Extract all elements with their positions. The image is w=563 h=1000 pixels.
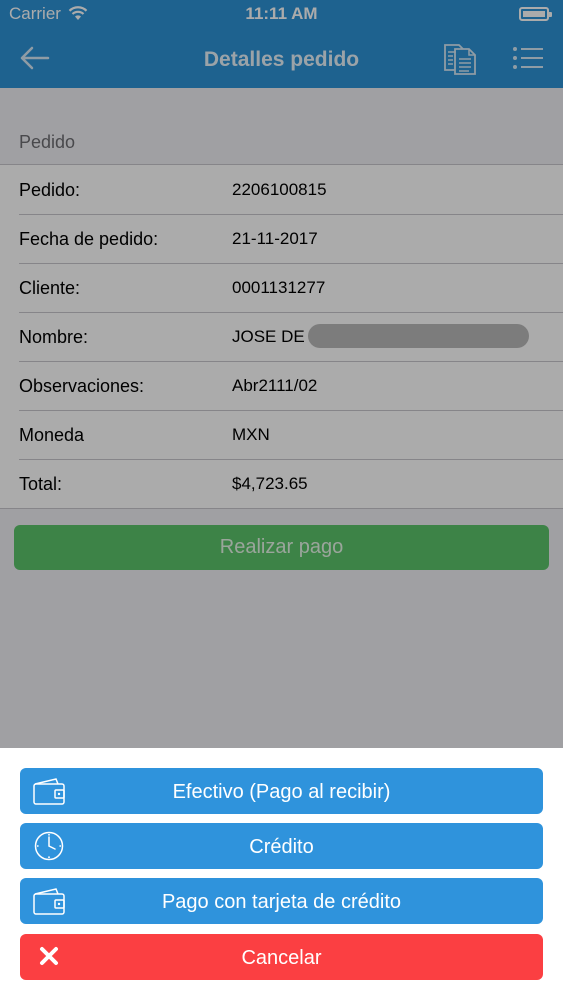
credit-button[interactable]: Crédito (20, 823, 543, 869)
action-label: Crédito (249, 836, 314, 858)
action-label: Cancelar (241, 947, 322, 969)
action-label: Pago con tarjeta de crédito (161, 891, 402, 913)
cash-payment-button[interactable]: Efectivo (Pago al recibir) (20, 768, 543, 814)
cancel-button[interactable]: Cancelar (20, 934, 543, 980)
action-label: Efectivo (Pago al recibir) (172, 781, 391, 803)
modal-overlay[interactable] (0, 0, 563, 748)
credit-card-payment-button[interactable]: Pago con tarjeta de crédito (20, 878, 543, 924)
payment-action-sheet: Efectivo (Pago al recibir) Crédito Pago … (0, 748, 563, 1000)
